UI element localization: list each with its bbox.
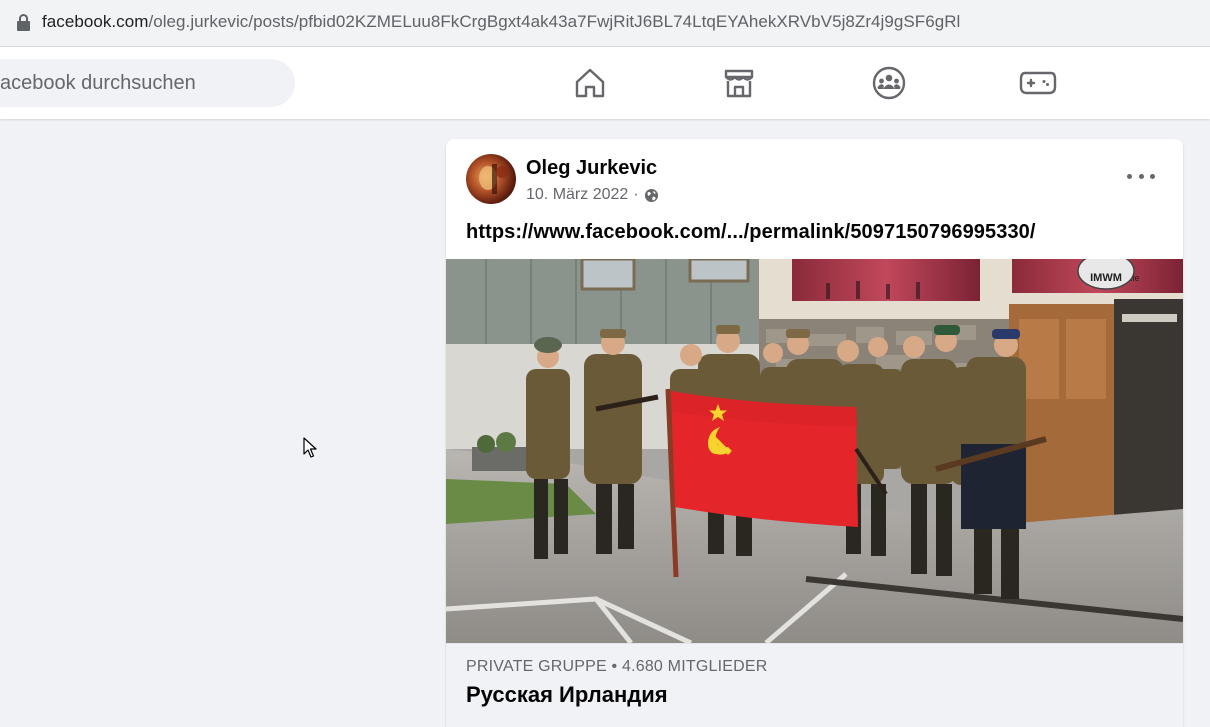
author-avatar[interactable] xyxy=(466,154,516,204)
url-host: facebook.com xyxy=(42,12,149,31)
url-text[interactable]: facebook.com/oleg.jurkevic/posts/pfbid02… xyxy=(42,12,960,32)
post-card: Oleg Jurkevic 10. März 2022 · https://ww… xyxy=(446,139,1183,727)
gaming-icon[interactable] xyxy=(1019,65,1057,101)
search-placeholder: acebook durchsuchen xyxy=(0,71,196,94)
url-path: /oleg.jurkevic/posts/pfbid02KZMELuu8FkCr… xyxy=(148,12,961,31)
home-icon[interactable] xyxy=(572,65,608,101)
browser-address-bar[interactable]: facebook.com/oleg.jurkevic/posts/pfbid02… xyxy=(0,0,1210,46)
globe-icon[interactable] xyxy=(644,188,659,203)
lock-icon[interactable] xyxy=(16,13,32,31)
marketplace-icon[interactable] xyxy=(721,65,757,101)
more-options-icon[interactable] xyxy=(1127,169,1155,183)
post-photo[interactable]: IMWM .ie xyxy=(446,259,1183,643)
link-preview[interactable]: PRIVATE GRUPPE • 4.680 MITGLIEDER Русска… xyxy=(446,643,1183,727)
group-meta: PRIVATE GRUPPE • 4.680 MITGLIEDER xyxy=(466,658,768,675)
search-input[interactable]: acebook durchsuchen xyxy=(0,59,295,107)
post-author-name[interactable]: Oleg Jurkevic xyxy=(526,157,657,180)
meta-separator: · xyxy=(633,186,639,203)
post-text-link[interactable]: https://www.facebook.com/.../permalink/5… xyxy=(466,221,1036,244)
post-meta: 10. März 2022 · xyxy=(526,186,659,204)
group-name[interactable]: Русская Ирландия xyxy=(466,682,668,708)
facebook-top-bar: acebook durchsuchen xyxy=(0,47,1210,119)
groups-icon[interactable] xyxy=(871,65,907,101)
photo-sign-text: IMWM xyxy=(1090,272,1122,284)
post-date[interactable]: 10. März 2022 xyxy=(526,186,628,204)
url-field[interactable]: facebook.com/oleg.jurkevic/posts/pfbid02… xyxy=(0,2,1210,42)
photo-sign-suffix: .ie xyxy=(1130,273,1140,283)
mouse-cursor-icon xyxy=(303,437,317,464)
